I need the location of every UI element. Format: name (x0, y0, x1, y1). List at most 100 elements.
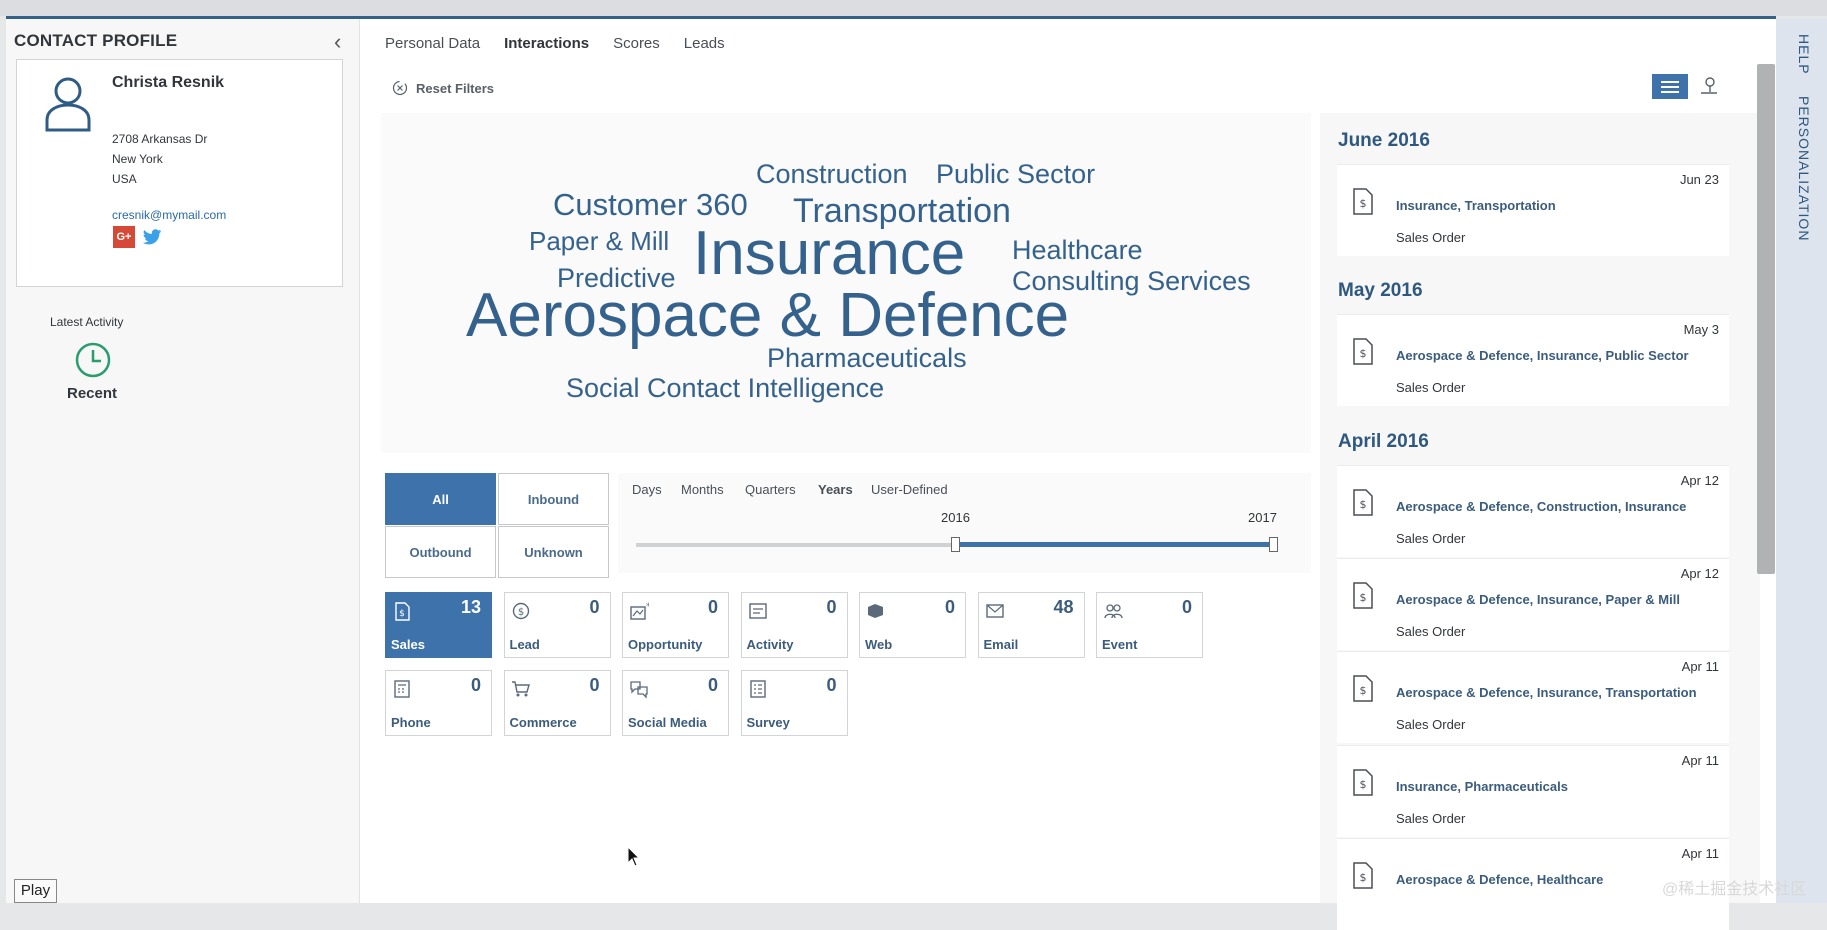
month-header: May 2016 (1338, 280, 1423, 301)
hamburger-icon (1661, 80, 1679, 93)
sales-order-doc-icon: $ (1353, 338, 1373, 365)
entry-date: Apr 11 (1681, 753, 1719, 768)
tile-count: 0 (470, 675, 481, 695)
tile-label: Event (1102, 637, 1138, 652)
tile-opportunity[interactable]: * 0 Opportunity (622, 592, 729, 658)
granularity-days[interactable]: Days (632, 482, 662, 497)
cloud-word[interactable]: Insurance (693, 223, 965, 285)
personalization-tab[interactable]: PERSONALIZATION (1796, 96, 1812, 241)
sales-order-doc-icon: $ (1353, 862, 1373, 889)
tile-web[interactable]: 0 Web (859, 592, 966, 658)
cloud-word[interactable]: Healthcare (1012, 237, 1143, 264)
tab-interactions[interactable]: Interactions (504, 35, 589, 52)
tile-phone[interactable]: 0 Phone (385, 670, 492, 736)
reset-filter-icon (392, 80, 408, 96)
email-link[interactable]: cresnik@mymail.com (112, 208, 226, 222)
clock-icon[interactable] (74, 341, 112, 379)
entry-type: Sales Order (1396, 230, 1466, 245)
granularity-user-defined[interactable]: User-Defined (871, 482, 948, 497)
cloud-word[interactable]: Public Sector (936, 161, 1095, 188)
entry-title: Aerospace & Defence, Insurance, Transpor… (1396, 685, 1697, 700)
svg-text:$: $ (1360, 778, 1367, 791)
vertical-scrollbar[interactable] (1757, 64, 1775, 574)
timeline-entry[interactable]: Apr 11 $ Insurance, Pharmaceuticals Sales O… (1337, 745, 1729, 837)
tile-count: 0 (944, 597, 955, 617)
tile-activity[interactable]: 0 Activity (740, 592, 848, 658)
entry-type: Sales Order (1396, 380, 1466, 395)
entry-date: May 3 (1683, 322, 1719, 337)
entry-title: Aerospace & Defence, Insurance, Paper & … (1396, 592, 1680, 607)
tile-label: Sales (391, 637, 425, 652)
help-tab[interactable]: HELP (1796, 34, 1812, 75)
sales-order-doc-icon: $ (1353, 769, 1373, 796)
month-header: June 2016 (1338, 130, 1430, 151)
svg-text:$: $ (1360, 347, 1367, 360)
address-city: New York (112, 152, 163, 166)
svg-text:$: $ (1360, 498, 1367, 511)
tile-count: 0 (826, 675, 837, 695)
cloud-word[interactable]: Aerospace & Defence (466, 285, 1069, 347)
tile-label: Email (983, 637, 1019, 652)
entry-date: Apr 11 (1681, 846, 1719, 861)
map-pin-icon[interactable] (1697, 74, 1721, 98)
entry-title: Aerospace & Defence, Construction, Insur… (1396, 499, 1687, 514)
tile-count: 48 (1053, 597, 1074, 617)
cloud-word[interactable]: Paper & Mill (529, 228, 669, 254)
cloud-word[interactable]: Customer 360 (553, 189, 748, 220)
cloud-word[interactable]: Social Contact Intelligence (566, 375, 884, 402)
timeline-entry[interactable]: May 3 $ Aerospace & Defence, Insurance, Pu… (1337, 314, 1729, 406)
tile-count: 0 (707, 597, 718, 617)
tile-count: 0 (707, 675, 718, 695)
entry-type: Sales Order (1396, 531, 1466, 546)
timeline-entry[interactable]: Apr 12 $ Aerospace & Defence, Insurance, P… (1337, 558, 1729, 650)
watermark: @稀土掘金技术社区 (1662, 881, 1807, 898)
tile-sales[interactable]: $13 Sales (385, 592, 492, 658)
svg-text:$: $ (1360, 684, 1367, 697)
timeline-entry[interactable]: Apr 11 $ Aerospace & Defence, Insurance, T… (1337, 651, 1729, 743)
svg-text:$: $ (1360, 197, 1367, 210)
timeline-entry[interactable]: Jun 23 $ Insurance, Transportation Sales Or… (1337, 164, 1729, 256)
sales-doc-icon: $ (395, 602, 410, 621)
filter-all-button[interactable]: All (385, 473, 496, 525)
entry-title: Insurance, Pharmaceuticals (1396, 779, 1568, 794)
play-button[interactable]: Play (14, 879, 57, 903)
mouse-cursor-icon (627, 846, 641, 867)
tile-event[interactable]: 0 Event (1096, 592, 1203, 658)
cloud-word[interactable]: Pharmaceuticals (767, 345, 967, 372)
tile-label: Survey (746, 715, 790, 730)
recent-label[interactable]: Recent (67, 385, 117, 402)
tile-survey[interactable]: 0 Survey (740, 670, 848, 736)
granularity-years[interactable]: Years (818, 482, 853, 497)
cloud-word[interactable]: Construction (756, 161, 908, 188)
phone-icon (394, 680, 410, 698)
tile-lead[interactable]: $0 Lead (503, 592, 611, 658)
tile-count: 0 (826, 597, 837, 617)
person-icon (45, 77, 91, 132)
social-media-icon (630, 681, 648, 699)
twitter-icon[interactable] (141, 226, 163, 248)
slider-end-handle[interactable] (1269, 537, 1278, 552)
google-plus-icon[interactable]: G+ (113, 226, 135, 248)
tile-email[interactable]: 48 Email (977, 592, 1085, 658)
tile-social-media[interactable]: 0 Social Media (622, 670, 729, 736)
opportunity-icon: * (630, 602, 649, 620)
granularity-months[interactable]: Months (681, 482, 724, 497)
slider-start-handle[interactable] (951, 537, 960, 552)
tab-personal-data[interactable]: Personal Data (385, 35, 480, 52)
tab-scores[interactable]: Scores (613, 35, 660, 52)
list-view-button[interactable] (1652, 74, 1688, 99)
filter-outbound-button[interactable]: Outbound (385, 526, 496, 578)
collapse-chevron-icon[interactable]: ‹ (334, 29, 341, 55)
timeline-entry[interactable]: Apr 12 $ Aerospace & Defence, Construction… (1337, 465, 1729, 557)
web-icon (868, 604, 883, 618)
tile-commerce[interactable]: 0 Commerce (503, 670, 611, 736)
reset-filters-button[interactable]: Reset Filters (392, 80, 494, 96)
dollar-coin-icon: $ (512, 602, 529, 620)
sales-order-doc-icon: $ (1353, 582, 1373, 609)
tab-leads[interactable]: Leads (684, 35, 725, 52)
granularity-quarters[interactable]: Quarters (745, 482, 796, 497)
svg-text:$: $ (1360, 871, 1367, 884)
filter-unknown-button[interactable]: Unknown (498, 526, 609, 578)
sales-order-doc-icon: $ (1353, 675, 1373, 702)
filter-inbound-button[interactable]: Inbound (498, 473, 609, 525)
